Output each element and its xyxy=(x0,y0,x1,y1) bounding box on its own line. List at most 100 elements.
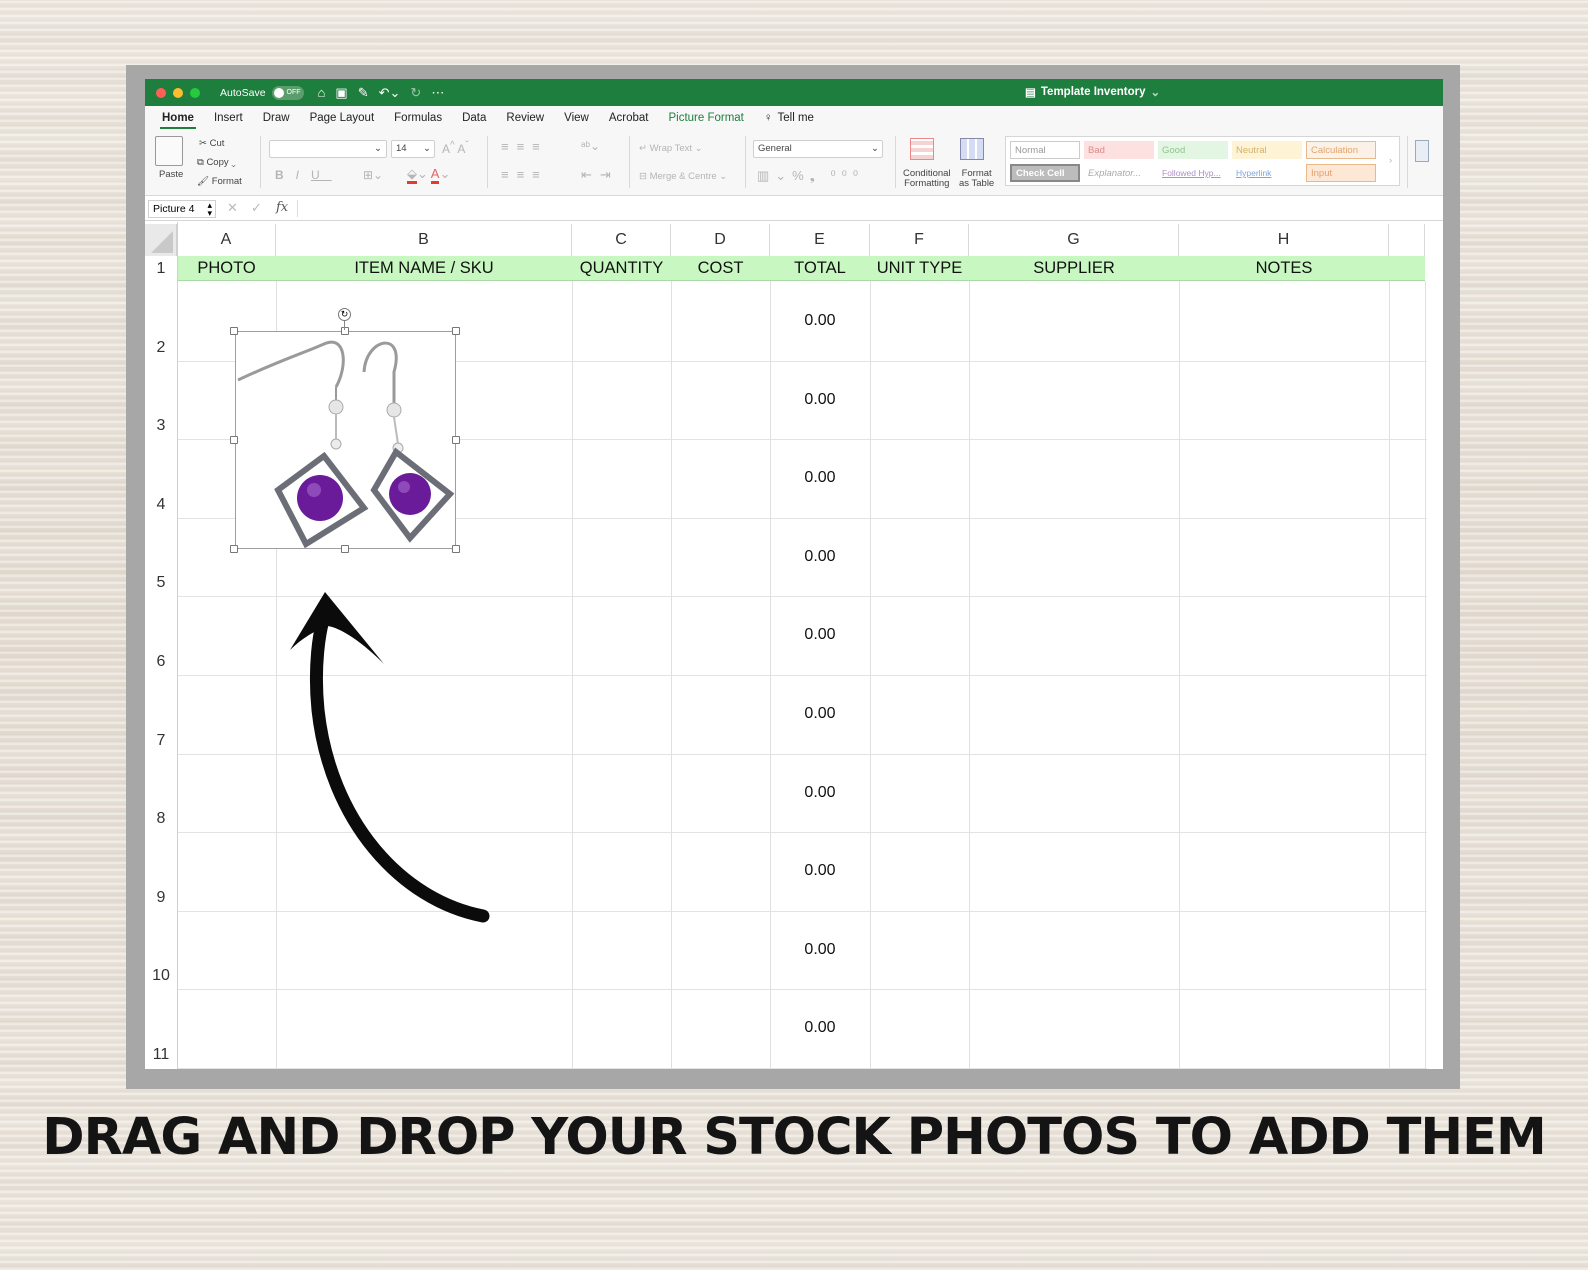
cut-button[interactable]: ✂ Cut xyxy=(199,138,224,149)
total-cell[interactable]: 0.00 xyxy=(770,391,870,409)
style-hyperlink[interactable]: Hyperlink xyxy=(1232,164,1302,182)
header-cell-e[interactable]: TOTAL xyxy=(770,256,870,281)
vertical-align-icons[interactable]: ≡≡≡ xyxy=(501,139,548,154)
resize-handle-bottom-right[interactable] xyxy=(452,545,460,553)
cancel-icon[interactable]: ✕ xyxy=(227,200,238,216)
column-header-d[interactable]: D xyxy=(671,224,770,256)
total-cell[interactable]: 0.00 xyxy=(770,784,870,802)
total-cell[interactable]: 0.00 xyxy=(770,469,870,487)
font-style-buttons[interactable]: BIU xyxy=(275,168,332,182)
style-check-cell[interactable]: Check Cell xyxy=(1010,164,1080,182)
font-name-dropdown[interactable]: ⌄ xyxy=(269,140,387,158)
header-cell-c[interactable]: QUANTITY xyxy=(572,256,671,281)
zoom-window-button[interactable] xyxy=(190,87,200,98)
tab-review[interactable]: Review xyxy=(496,106,554,130)
row-header-2[interactable]: 2 xyxy=(145,339,177,357)
total-cell[interactable]: 0.00 xyxy=(770,862,870,880)
number-format-dropdown[interactable]: General ⌄ xyxy=(753,140,883,158)
merge-centre-button[interactable]: ⊟ Merge & Centre ⌄ xyxy=(639,171,727,182)
total-cell[interactable]: 0.00 xyxy=(770,1019,870,1037)
tab-view[interactable]: View xyxy=(554,106,599,130)
style-followed-hyperlink[interactable]: Followed Hyp... xyxy=(1158,164,1228,182)
minimize-window-button[interactable] xyxy=(173,87,183,98)
autosave-toggle[interactable]: OFF xyxy=(271,85,304,100)
tab-acrobat[interactable]: Acrobat xyxy=(599,106,659,130)
orientation-icon[interactable]: ᵃᵇ⌄ xyxy=(581,139,600,153)
format-painter-button[interactable]: 🖌 Format xyxy=(197,176,242,187)
check-icon[interactable]: ✓ xyxy=(251,200,262,216)
name-box[interactable]: Picture 4 ▴ ▾ xyxy=(148,200,216,218)
style-neutral[interactable]: Neutral xyxy=(1232,141,1302,159)
tab-tell-me[interactable]: ♀ Tell me xyxy=(754,106,824,130)
function-icon[interactable]: fx xyxy=(276,200,288,215)
select-all-button[interactable] xyxy=(145,224,177,256)
tab-draw[interactable]: Draw xyxy=(253,106,300,130)
row-header-4[interactable]: 4 xyxy=(145,496,177,514)
column-header-c[interactable]: C xyxy=(572,224,671,256)
resize-handle-left[interactable] xyxy=(230,436,238,444)
format-as-table-button[interactable]: Format as Table xyxy=(959,169,994,189)
style-input[interactable]: Input xyxy=(1306,164,1376,182)
paste-icon[interactable] xyxy=(155,136,183,166)
indent-icons[interactable]: ⇤⇥ xyxy=(581,167,619,183)
tab-data[interactable]: Data xyxy=(452,106,496,130)
wrap-text-button[interactable]: ↵ Wrap Text ⌄ xyxy=(639,143,703,154)
format-as-table-icon[interactable] xyxy=(960,138,984,160)
total-cell[interactable]: 0.00 xyxy=(770,312,870,330)
header-cell-g[interactable]: SUPPLIER xyxy=(969,256,1179,281)
edit-icon[interactable]: ✎ xyxy=(358,85,369,101)
header-cell-d[interactable]: COST xyxy=(671,256,770,281)
header-cell-a[interactable]: PHOTO xyxy=(177,256,276,281)
row-header-8[interactable]: 8 xyxy=(145,810,177,828)
header-cell-h[interactable]: NOTES xyxy=(1179,256,1389,281)
stepper-icon[interactable]: ▴ ▾ xyxy=(207,201,212,218)
number-format-icons[interactable]: ▥⌄%❟ ⁰⁰⁰ xyxy=(757,168,864,184)
style-calculation[interactable]: Calculation xyxy=(1306,141,1376,159)
horizontal-align-icons[interactable]: ≡≡≡ xyxy=(501,167,548,182)
style-explanatory[interactable]: Explanator... xyxy=(1084,164,1154,182)
resize-handle-bottom-left[interactable] xyxy=(230,545,238,553)
paste-button[interactable]: Paste xyxy=(159,169,183,180)
column-header-e[interactable]: E xyxy=(770,224,870,256)
tab-home[interactable]: Home xyxy=(152,106,204,130)
home-icon[interactable]: ⌂ xyxy=(318,85,326,101)
row-header-11[interactable]: 11 xyxy=(145,1046,177,1064)
row-header-6[interactable]: 6 xyxy=(145,653,177,671)
chevron-right-icon[interactable]: › xyxy=(1389,155,1392,166)
resize-handle-top-right[interactable] xyxy=(452,327,460,335)
resize-handle-top[interactable] xyxy=(341,327,349,335)
tab-insert[interactable]: Insert xyxy=(204,106,253,130)
chevron-down-icon[interactable]: ⌄ xyxy=(1150,85,1160,99)
increase-font-icon[interactable]: A^ Aˇ xyxy=(442,140,469,156)
total-cell[interactable]: 0.00 xyxy=(770,626,870,644)
tab-page-layout[interactable]: Page Layout xyxy=(300,106,385,130)
style-bad[interactable]: Bad xyxy=(1084,141,1154,159)
column-header-next[interactable] xyxy=(1389,224,1425,256)
row-header-7[interactable]: 7 xyxy=(145,732,177,750)
font-size-dropdown[interactable]: 14 ⌄ xyxy=(391,140,435,158)
close-window-button[interactable] xyxy=(156,87,166,98)
earring-picture[interactable] xyxy=(235,331,456,549)
rotate-icon[interactable]: ↻ xyxy=(338,308,351,321)
more-icon[interactable]: ⋯ xyxy=(431,85,444,101)
resize-handle-top-left[interactable] xyxy=(230,327,238,335)
row-header-5[interactable]: 5 xyxy=(145,574,177,592)
resize-handle-right[interactable] xyxy=(452,436,460,444)
total-cell[interactable]: 0.00 xyxy=(770,705,870,723)
row-header-9[interactable]: 9 xyxy=(145,889,177,907)
tab-picture-format[interactable]: Picture Format xyxy=(658,106,753,130)
column-header-g[interactable]: G xyxy=(969,224,1179,256)
tab-formulas[interactable]: Formulas xyxy=(384,106,452,130)
copy-button[interactable]: ⧉ Copy ⌄ xyxy=(197,157,236,168)
total-cell[interactable]: 0.00 xyxy=(770,548,870,566)
header-cell-b[interactable]: ITEM NAME / SKU xyxy=(276,256,572,281)
style-normal[interactable]: Normal xyxy=(1010,141,1080,159)
fill-color-icon[interactable]: ⬙⌄ A⌄ xyxy=(407,166,450,184)
conditional-formatting-button[interactable]: Conditional Formatting xyxy=(903,169,951,189)
resize-handle-bottom[interactable] xyxy=(341,545,349,553)
header-cell-f[interactable]: UNIT TYPE xyxy=(870,256,969,281)
row-header-3[interactable]: 3 xyxy=(145,417,177,435)
insert-cells-icon[interactable] xyxy=(1415,140,1429,162)
total-cell[interactable]: 0.00 xyxy=(770,941,870,959)
save-icon[interactable]: ▣ xyxy=(335,85,347,101)
